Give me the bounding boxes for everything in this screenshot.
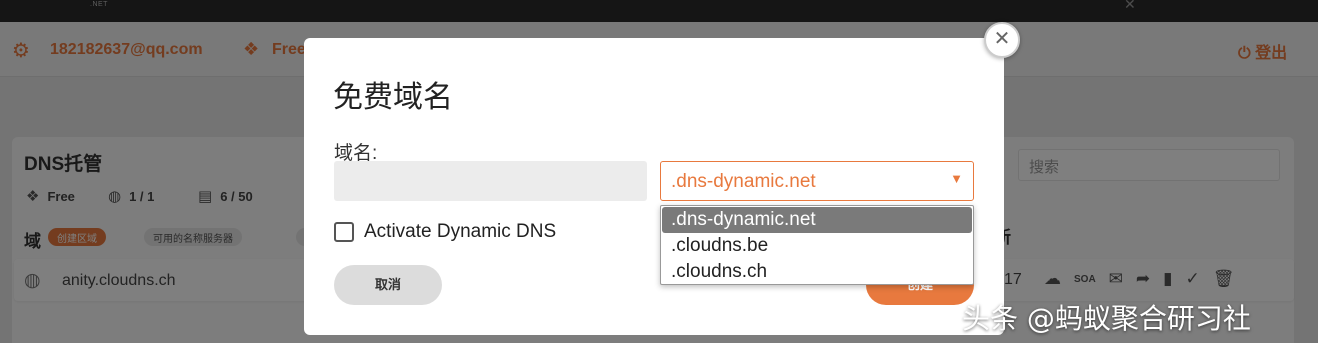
dynamic-dns-label[interactable]: Activate Dynamic DNS (364, 221, 556, 243)
modal-title: 免费域名 (333, 81, 453, 114)
domain-suffix-select[interactable]: .dns-dynamic.net ▼ (660, 161, 974, 201)
watermark: 头条 @蚂蚁聚合研习社 (962, 302, 1251, 335)
chevron-down-icon: ▼ (950, 171, 963, 186)
domain-suffix-selected: .dns-dynamic.net (671, 171, 816, 192)
close-icon[interactable]: ✕ (984, 22, 1020, 58)
suffix-option[interactable]: .cloudns.be (661, 233, 973, 259)
dynamic-dns-option[interactable]: Activate Dynamic DNS (334, 221, 556, 243)
suffix-option[interactable]: .dns-dynamic.net (662, 207, 972, 233)
domain-suffix-dropdown: .dns-dynamic.net .cloudns.be .cloudns.ch (660, 205, 974, 285)
suffix-option[interactable]: .cloudns.ch (661, 259, 973, 285)
free-domain-modal: 免费域名 域名: .dns-dynamic.net ▼ .dns-dynamic… (304, 38, 1004, 335)
dynamic-dns-checkbox[interactable] (334, 222, 354, 242)
cancel-button[interactable]: 取消 (334, 265, 442, 305)
domain-name-input[interactable] (334, 161, 647, 201)
